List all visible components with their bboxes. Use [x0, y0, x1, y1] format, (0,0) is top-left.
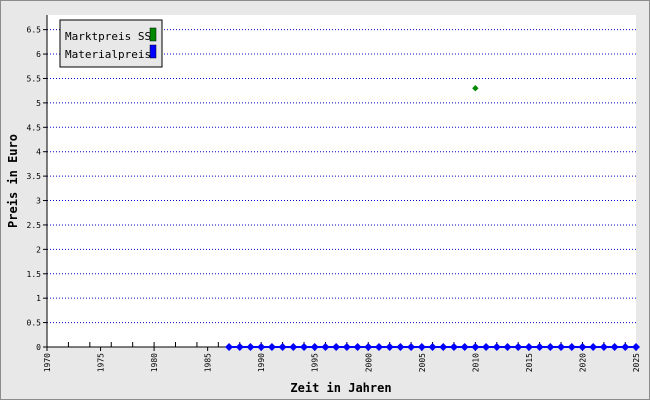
y-tick-label: 6 [36, 50, 41, 59]
y-tick-label: 0 [36, 343, 41, 352]
y-axis-title: Preis in Euro [6, 134, 20, 228]
x-tick-label: 1980 [150, 353, 159, 372]
y-tick-label: 2 [36, 245, 41, 254]
y-tick-label: 4 [36, 148, 41, 157]
legend-swatch-marktpreis [149, 27, 157, 42]
y-tick-label: 3 [36, 197, 41, 206]
legend: Marktpreis SS Materialpreis [59, 19, 163, 68]
y-tick-label: 1.5 [27, 270, 42, 279]
x-tick-label: 1970 [43, 353, 52, 372]
x-tick-label: 2010 [471, 353, 480, 372]
x-tick-label: 2000 [364, 353, 373, 372]
x-tick-label: 2025 [632, 353, 641, 372]
x-tick-label: 1975 [97, 353, 106, 372]
x-tick-label: 2015 [525, 353, 534, 372]
y-tick-label: 5.5 [27, 74, 42, 83]
y-tick-label: 5 [36, 99, 41, 108]
y-tick-label: 1 [36, 294, 41, 303]
y-tick-label: 2.5 [27, 221, 42, 230]
x-axis-title: Zeit in Jahren [290, 381, 391, 395]
x-tick-label: 1995 [311, 353, 320, 372]
y-axis-ticks: 0 0.5 1 1.5 2 2.5 3 3.5 4 4.5 5 5.5 6 6.5 [27, 26, 47, 352]
price-chart: 0 0.5 1 1.5 2 2.5 3 3.5 4 4.5 5 5.5 6 6.5 1970 1975 198… [6, 15, 641, 395]
legend-swatch-materialpreis [149, 44, 157, 59]
y-tick-label: 0.5 [27, 319, 42, 328]
x-tick-label: 2005 [418, 353, 427, 372]
legend-label-materialpreis: Materialpreis [65, 48, 151, 61]
x-tick-label: 2020 [578, 353, 587, 372]
x-tick-label: 1990 [257, 353, 266, 372]
y-tick-label: 6.5 [27, 26, 42, 35]
y-tick-label: 4.5 [27, 123, 42, 132]
x-tick-label: 1985 [204, 353, 213, 372]
legend-label-marktpreis: Marktpreis SS [65, 30, 151, 43]
y-tick-label: 3.5 [27, 172, 42, 181]
